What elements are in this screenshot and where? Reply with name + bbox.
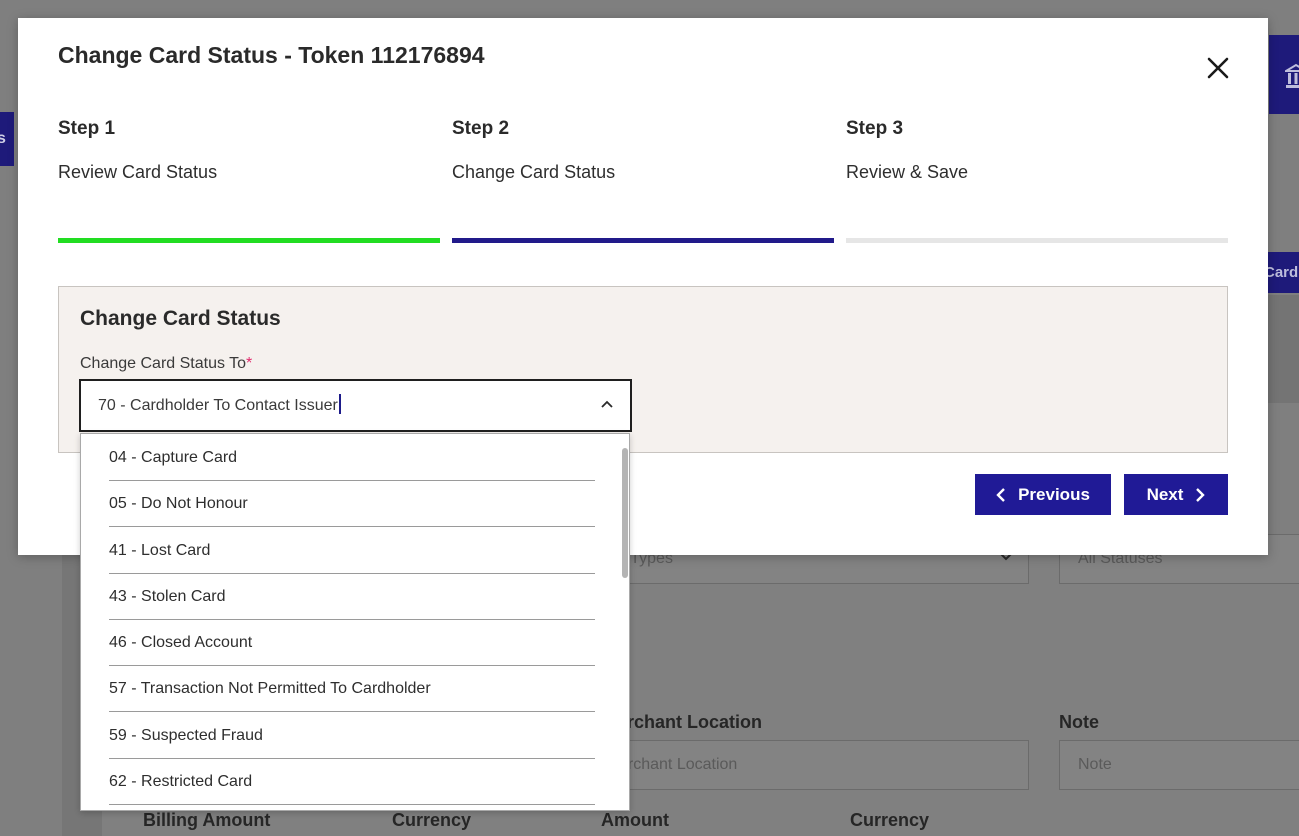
dropdown-option[interactable]: 43 - Stolen Card [109, 574, 595, 620]
step-label: Change Card Status [452, 162, 616, 182]
next-button[interactable]: Next [1124, 474, 1228, 515]
text-caret [338, 394, 341, 414]
step-progress-bar [452, 238, 834, 243]
step-number: Step 2 [452, 118, 510, 139]
previous-button[interactable]: Previous [975, 474, 1111, 515]
dropdown-option[interactable]: 46 - Closed Account [109, 620, 595, 666]
card-status-select[interactable]: 70 - Cardholder To Contact Issuer [79, 379, 632, 432]
step-1: Step 1 Review Card Status [58, 118, 440, 243]
close-button[interactable] [1204, 54, 1232, 82]
next-button-label: Next [1146, 484, 1184, 504]
bg-currency-label: Currency [392, 810, 472, 830]
required-mark: * [246, 355, 253, 372]
card-status-select-value: 70 - Cardholder To Contact Issuer [98, 380, 341, 431]
step-label: Review Card Status [58, 162, 218, 182]
change-card-status-section: Change Card Status Change Card Status To… [58, 286, 1228, 453]
card-status-field-label: Change Card Status To* [80, 355, 252, 373]
bg-note-input: Note [1059, 740, 1299, 790]
chevron-right-icon [1196, 487, 1206, 502]
dropdown-option[interactable]: 04 - Capture Card [109, 435, 595, 481]
step-number: Step 3 [846, 118, 904, 139]
bg-merchant-location-label: erchant Location [617, 712, 763, 732]
step-progress-bar [846, 238, 1228, 243]
step-label: Review & Save [846, 162, 969, 182]
dropdown-scrollbar[interactable] [622, 448, 628, 578]
dropdown-option[interactable]: 62 - Restricted Card [109, 759, 595, 805]
bank-icon [1285, 63, 1299, 88]
chevron-up-icon[interactable] [600, 399, 614, 409]
selected-value-text: 70 - Cardholder To Contact Issuer [98, 397, 338, 414]
bg-left-tab: s [0, 112, 14, 166]
step-number: Step 1 [58, 118, 116, 139]
bg-note-label: Note [1059, 712, 1099, 732]
bg-billing-amount-label: Billing Amount [143, 810, 271, 830]
step-progress-bar [58, 238, 440, 243]
modal-title: Change Card Status - Token 112176894 [58, 42, 485, 68]
bg-currency-label-2: Currency [850, 810, 930, 830]
dropdown-option[interactable]: 57 - Transaction Not Permitted To Cardho… [109, 666, 595, 712]
bg-merchant-location-input: erchant Location [600, 740, 1029, 790]
chevron-left-icon [996, 487, 1005, 502]
previous-button-label: Previous [1018, 484, 1090, 504]
bg-bank-tab [1269, 35, 1299, 114]
card-status-label-text: Change Card Status To [80, 355, 247, 372]
bg-merchant-location-placeholder: erchant Location [619, 756, 738, 773]
step-2: Step 2 Change Card Status [452, 118, 834, 243]
dropdown-option[interactable]: 59 - Suspected Fraud [109, 713, 595, 759]
bg-note-placeholder: Note [1078, 756, 1112, 773]
dropdown-option[interactable]: 41 - Lost Card [109, 528, 595, 574]
step-3: Step 3 Review & Save [846, 118, 1228, 243]
dropdown-option[interactable]: 05 - Do Not Honour [109, 481, 595, 527]
bg-amount-label: Amount [601, 810, 669, 830]
card-status-dropdown[interactable]: 04 - Capture Card 05 - Do Not Honour 41 … [80, 433, 630, 811]
close-icon [1207, 57, 1229, 79]
section-title: Change Card Status [80, 307, 281, 330]
